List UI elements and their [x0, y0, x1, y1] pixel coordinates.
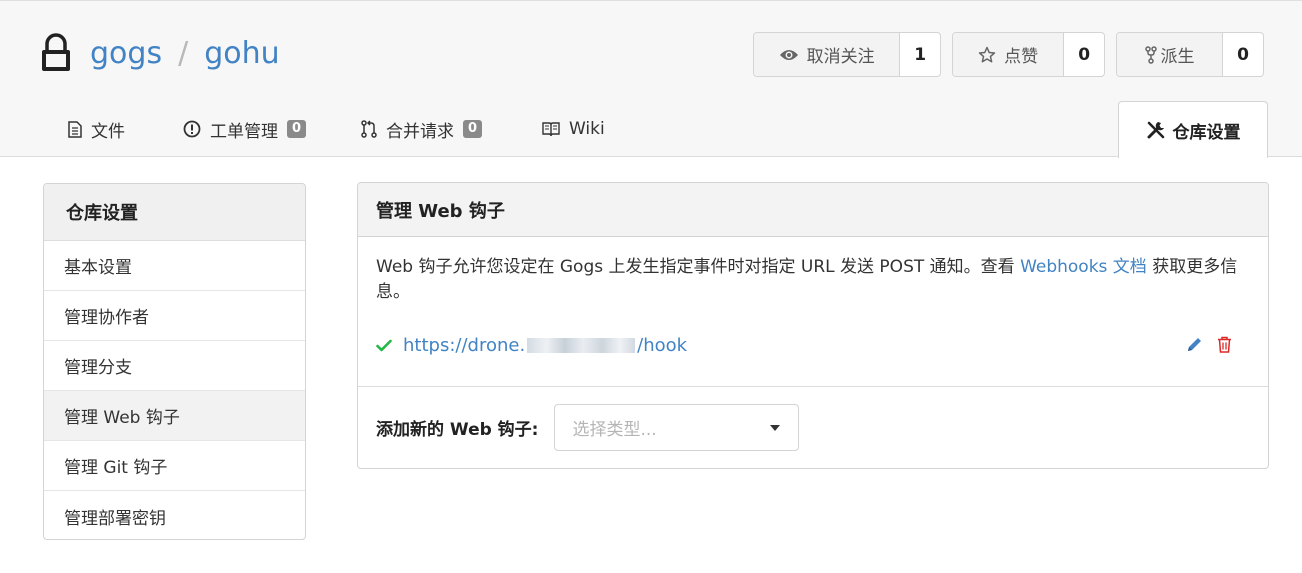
repo-title: gogs / gohu — [40, 28, 280, 78]
fork-icon — [1144, 45, 1157, 64]
trash-icon[interactable] — [1217, 336, 1232, 353]
fork-label: 派生 — [1160, 47, 1195, 67]
description-text-before: Web 钩子允许您设定在 Gogs 上发生指定事件时对指定 URL 发送 POS… — [376, 257, 1021, 277]
webhooks-description: Web 钩子允许您设定在 Gogs 上发生指定事件时对指定 URL 发送 POS… — [376, 255, 1256, 305]
wrench-icon — [1147, 121, 1164, 139]
fork-button[interactable]: 派生 — [1117, 33, 1223, 76]
tab-pulls[interactable]: 合并请求 0 — [361, 101, 483, 157]
sidebar-item-webhooks[interactable]: 管理 Web 钩子 — [44, 391, 305, 441]
star-label: 点赞 — [1004, 47, 1039, 67]
unwatch-button[interactable]: 取消关注 — [754, 33, 901, 76]
panel-title: 管理 Web 钩子 — [358, 183, 1268, 237]
issues-count-badge: 0 — [287, 120, 307, 138]
star-button-group: 点赞 0 — [952, 32, 1105, 77]
tab-settings[interactable]: 仓库设置 — [1118, 101, 1268, 158]
panel-divider — [358, 386, 1268, 387]
tab-wiki[interactable]: Wiki — [542, 101, 605, 157]
add-webhook-row: 添加新的 Web 钩子: 选择类型... — [376, 404, 800, 451]
sidebar-item-options[interactable]: 基本设置 — [44, 241, 305, 291]
webhook-actions — [1172, 336, 1232, 353]
pencil-icon[interactable] — [1186, 336, 1203, 353]
sidebar-item-git-hooks[interactable]: 管理 Git 钩子 — [44, 441, 305, 491]
tab-issues-label: 工单管理 — [210, 121, 278, 142]
tab-pulls-label: 合并请求 — [386, 121, 454, 142]
redacted-host — [527, 338, 636, 353]
repo-separator: / — [178, 35, 189, 71]
sidebar-item-branches[interactable]: 管理分支 — [44, 341, 305, 391]
select-placeholder: 选择类型... — [572, 420, 657, 440]
issue-icon — [183, 120, 201, 138]
tab-wiki-label: Wiki — [569, 119, 605, 139]
book-icon — [542, 122, 560, 137]
sidebar-item-deploy-keys[interactable]: 管理部署密钥 — [44, 491, 305, 539]
star-count[interactable]: 0 — [1064, 33, 1104, 76]
pull-request-icon — [361, 120, 377, 138]
webhooks-panel: 管理 Web 钩子 Web 钩子允许您设定在 Gogs 上发生指定事件时对指定 … — [357, 182, 1269, 469]
tab-settings-label: 仓库设置 — [1172, 122, 1241, 143]
tab-files-label: 文件 — [91, 121, 125, 142]
tab-files[interactable]: 文件 — [68, 101, 125, 157]
webhook-url-suffix: /hook — [637, 335, 688, 356]
dropdown-caret-icon — [770, 424, 781, 431]
check-icon — [376, 339, 392, 352]
webhook-type-select[interactable]: 选择类型... — [554, 404, 800, 451]
repo-name-link[interactable]: gohu — [204, 36, 279, 71]
star-icon — [978, 46, 996, 62]
unwatch-label: 取消关注 — [806, 47, 875, 67]
webhook-url-link[interactable]: https://drone. /hook — [403, 335, 687, 356]
fork-button-group: 派生 0 — [1116, 32, 1264, 77]
webhook-url-prefix: https://drone. — [403, 335, 526, 356]
watch-count[interactable]: 1 — [900, 33, 940, 76]
sidebar-item-collaborators[interactable]: 管理协作者 — [44, 291, 305, 341]
lock-icon — [42, 33, 70, 71]
eye-icon — [779, 49, 798, 60]
webhook-item: https://drone. /hook — [376, 333, 1252, 358]
pulls-count-badge: 0 — [463, 120, 483, 138]
file-text-icon — [68, 120, 82, 138]
settings-sidebar: 仓库设置 基本设置 管理协作者 管理分支 管理 Web 钩子 管理 Git 钩子… — [43, 183, 306, 540]
add-webhook-label: 添加新的 Web 钩子: — [376, 420, 539, 440]
tab-issues[interactable]: 工单管理 0 — [183, 101, 307, 157]
webhooks-docs-link[interactable]: Webhooks 文档 — [1020, 257, 1147, 277]
star-button[interactable]: 点赞 — [953, 33, 1065, 76]
repo-owner-link[interactable]: gogs — [90, 36, 162, 71]
watch-button-group: 取消关注 1 — [753, 32, 941, 77]
fork-count[interactable]: 0 — [1223, 33, 1263, 76]
sidebar-title: 仓库设置 — [44, 184, 305, 241]
